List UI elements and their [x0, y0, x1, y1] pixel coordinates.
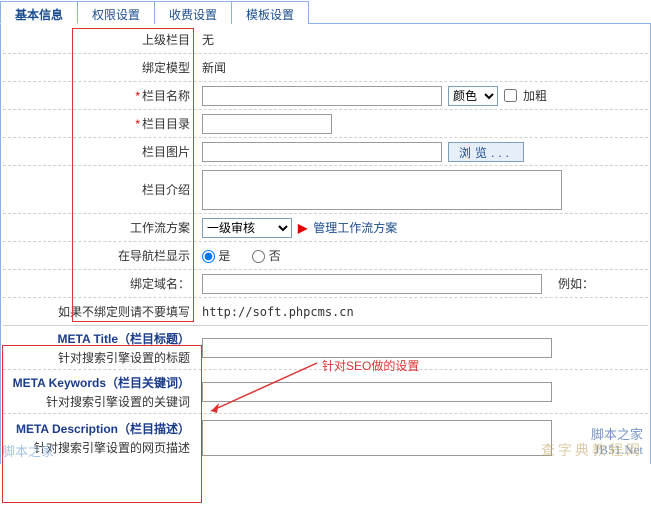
label-parent-column: 上级栏目: [3, 31, 198, 48]
label-bind-model: 绑定模型: [3, 59, 198, 76]
label-meta-keywords: META Keywords（栏目关键词） 针对搜索引擎设置的关键词: [3, 374, 198, 410]
arrow-icon: ▶: [298, 221, 307, 235]
value-parent-column: 无: [202, 31, 214, 48]
radio-label-no: 否: [269, 249, 281, 263]
textarea-meta-description[interactable]: [202, 420, 552, 456]
label-meta-title: META Title（栏目标题） 针对搜索引擎设置的标题: [3, 330, 198, 366]
input-meta-title[interactable]: [202, 338, 552, 358]
watermark-left-faint: 脚本之家: [2, 441, 54, 460]
select-color[interactable]: 颜色: [448, 86, 498, 106]
input-meta-keywords[interactable]: [202, 382, 552, 402]
radio-label-yes: 是: [218, 249, 230, 263]
tab-charge[interactable]: 收费设置: [155, 1, 232, 24]
label-show-nav: 在导航栏显示: [3, 247, 198, 264]
label-bind-domain: 绑定域名：: [3, 275, 198, 292]
input-column-image[interactable]: [202, 142, 442, 162]
input-column-dir[interactable]: [202, 114, 332, 134]
select-workflow[interactable]: 一级审核: [202, 218, 292, 238]
label-column-dir: *栏目目录: [3, 115, 198, 132]
tab-basic[interactable]: 基本信息: [0, 1, 78, 24]
label-column-intro: 栏目介绍: [3, 181, 198, 198]
label-domain-tip: 如果不绑定则请不要填写: [3, 303, 198, 320]
radio-nav-no[interactable]: [252, 250, 265, 263]
label-bold: 加粗: [523, 87, 547, 104]
label-column-name: *栏目名称: [3, 87, 198, 104]
browse-button[interactable]: 浏览...: [448, 142, 524, 162]
label-column-image: 栏目图片: [3, 143, 198, 160]
textarea-column-intro[interactable]: [202, 170, 562, 210]
annotation-seo-note: 针对SEO做的设置: [322, 357, 419, 374]
radio-nav-yes[interactable]: [202, 250, 215, 263]
label-domain-example: 例如：: [558, 275, 594, 292]
tab-bar: 基本信息 权限设置 收费设置 模板设置: [0, 0, 651, 24]
input-bind-domain[interactable]: [202, 274, 542, 294]
input-column-name[interactable]: [202, 86, 442, 106]
link-manage-workflow[interactable]: 管理工作流方案: [313, 219, 397, 236]
tab-permission[interactable]: 权限设置: [78, 1, 155, 24]
tab-template[interactable]: 模板设置: [232, 1, 309, 24]
checkbox-bold[interactable]: [504, 89, 517, 102]
value-bind-model: 新闻: [202, 59, 226, 76]
watermark-right-faint: 查字典教程网: [541, 440, 643, 460]
example-url: http://soft.phpcms.cn: [202, 305, 354, 319]
label-workflow: 工作流方案: [3, 219, 198, 236]
